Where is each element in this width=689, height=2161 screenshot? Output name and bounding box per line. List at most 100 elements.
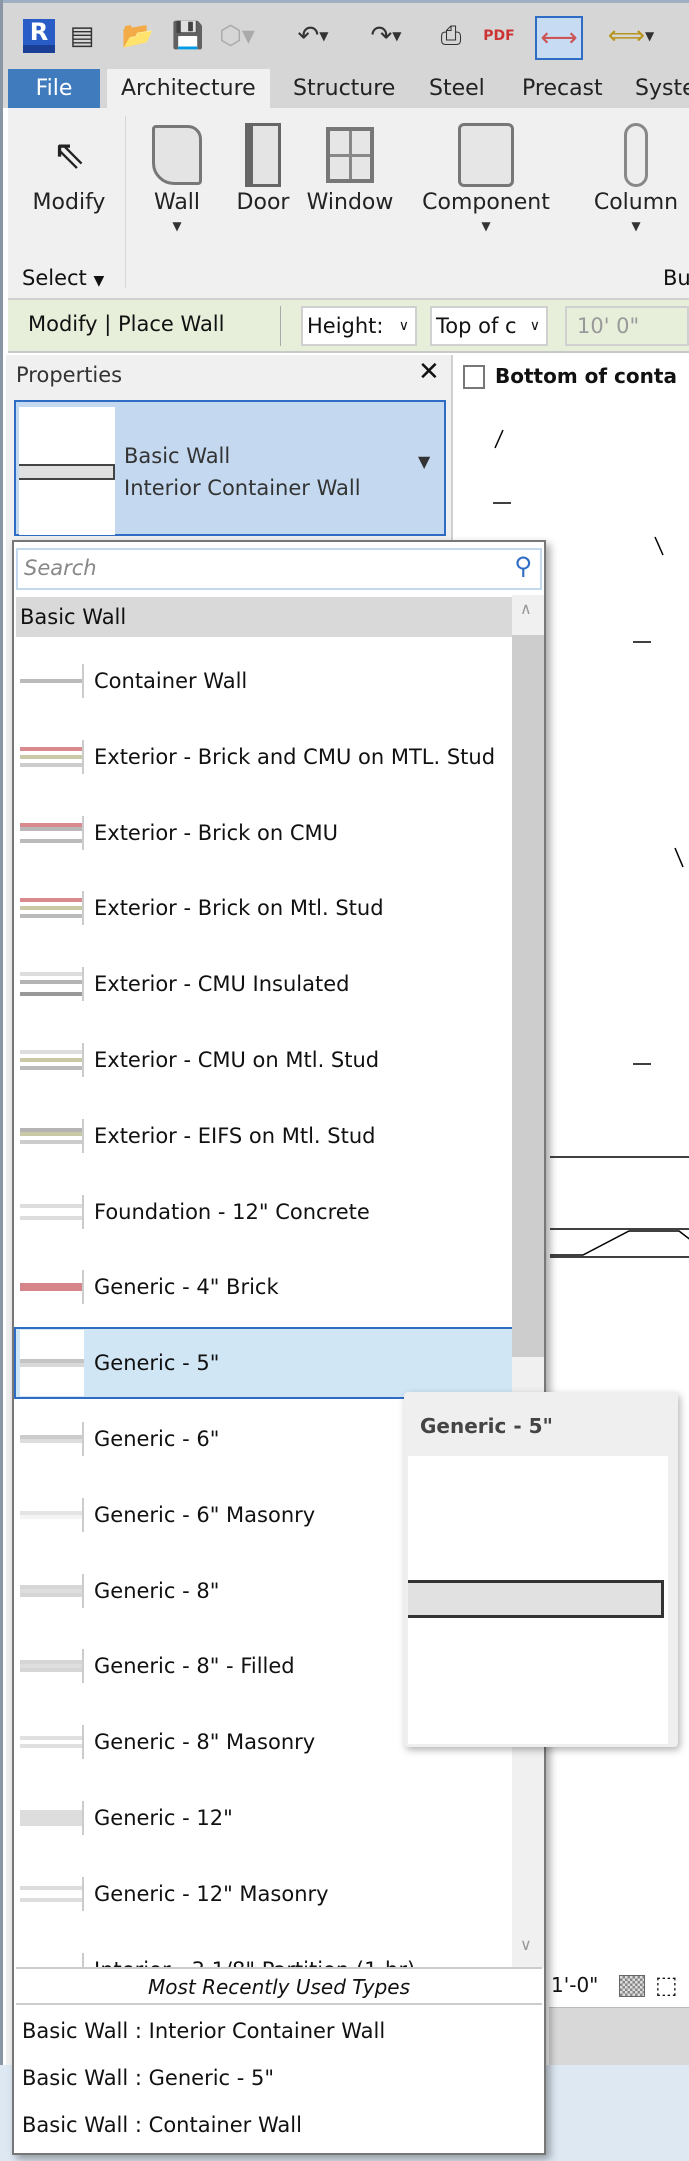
tab-systems[interactable]: Syste — [621, 69, 689, 108]
wall-swatch-icon — [20, 815, 84, 850]
export-pdf-icon[interactable]: PDF — [481, 19, 517, 53]
list-item[interactable]: Exterior - Brick on CMU — [16, 797, 512, 869]
wall-swatch-icon — [20, 1118, 84, 1153]
pin-dimension-icon[interactable]: ⟷ — [535, 16, 583, 60]
component-icon — [418, 120, 554, 190]
search-placeholder: Search — [24, 556, 97, 580]
detail-level-icon[interactable] — [619, 1975, 645, 1997]
wall-button[interactable]: Wall ▼ — [145, 120, 209, 233]
list-item-label: Generic - 8" - Filled — [94, 1654, 295, 1679]
tab-steel[interactable]: Steel — [415, 69, 499, 108]
list-item-label: Generic - 4" Brick — [94, 1275, 279, 1300]
list-item-label: Generic - 6" — [94, 1427, 220, 1451]
visual-style-icon[interactable]: ⬚ — [655, 1971, 678, 1999]
select-panel-menu[interactable]: Select ▼ — [22, 266, 104, 290]
list-item[interactable]: Generic - 12" — [16, 1782, 512, 1854]
revit-logo-icon[interactable]: R — [23, 18, 55, 53]
view-control-bar: 1'-0" ⬚ — [549, 1965, 689, 2007]
wall-section-preview — [408, 1580, 664, 1618]
group-header: Basic Wall — [16, 597, 512, 637]
scroll-down-icon[interactable]: ∨ — [520, 1935, 532, 1954]
height-mode-select[interactable]: Height: ∨ — [301, 306, 417, 346]
list-item[interactable]: Container Wall — [16, 645, 512, 717]
select-label: Select — [22, 266, 87, 290]
view-scale[interactable]: 1'-0" — [551, 1973, 598, 1997]
ribbon-panel: ⇖ Modify Wall ▼ Door Window Component ▼ Col… — [8, 108, 689, 300]
type-dropdown: Search ⚲ Basic Wall Container Wall Exteri… — [12, 540, 546, 2155]
door-button[interactable]: Door — [232, 120, 294, 215]
chevron-down-icon: ∨ — [398, 318, 409, 334]
type-family: Basic Wall — [124, 444, 231, 468]
project-browser-icon[interactable]: ▤ — [65, 19, 99, 53]
mru-item[interactable]: Basic Wall : Interior Container Wall — [22, 2019, 385, 2043]
window-button[interactable]: Window — [304, 120, 396, 215]
mru-item[interactable]: Basic Wall : Container Wall — [22, 2113, 302, 2137]
open-icon[interactable]: 📂 — [121, 19, 155, 53]
chevron-down-icon: ∨ — [529, 308, 540, 344]
list-item-label: Foundation - 12" Concrete — [94, 1199, 370, 1224]
list-item[interactable]: Generic - 5" — [14, 1327, 516, 1400]
sync-icon[interactable]: ⬡▾ — [217, 19, 257, 53]
wall-swatch-icon — [20, 1725, 84, 1760]
list-item[interactable]: Exterior - CMU on Mtl. Stud — [16, 1024, 512, 1096]
chevron-down-icon: ▼ — [93, 273, 105, 289]
status-bar — [549, 2007, 689, 2065]
list-item[interactable]: Exterior - CMU Insulated — [16, 948, 512, 1020]
top-constraint-select[interactable]: Top of c ∨ — [430, 306, 548, 346]
list-item[interactable]: Generic - 12" Masonry — [16, 1858, 512, 1930]
context-label: Modify | Place Wall — [28, 312, 225, 336]
mru-item[interactable]: Basic Wall : Generic - 5" — [22, 2066, 274, 2090]
list-item-label: Generic - 8" — [94, 1578, 220, 1603]
cursor-icon: ⇖ — [52, 132, 86, 178]
redo-icon[interactable]: ↷ ▼ — [361, 19, 411, 53]
tab-architecture[interactable]: Architecture — [107, 69, 270, 108]
chevron-down-icon: ▼ — [418, 452, 431, 471]
ribbon-tabs: File Architecture Structure Steel Precas… — [3, 63, 689, 108]
scroll-up-icon[interactable]: ∧ — [520, 599, 532, 618]
wall-swatch-icon — [20, 1194, 84, 1229]
tab-structure[interactable]: Structure — [279, 69, 409, 108]
close-icon[interactable]: ✕ — [418, 357, 440, 387]
wall-swatch-icon — [20, 1649, 84, 1684]
list-item[interactable]: Generic - 4" Brick — [16, 1251, 512, 1323]
list-item-label: Container Wall — [94, 669, 248, 693]
divider — [280, 306, 281, 346]
properties-title: Properties — [16, 363, 123, 387]
column-button[interactable]: Column ▼ — [588, 120, 684, 233]
list-item-label: Exterior - CMU Insulated — [94, 972, 350, 997]
list-item-label: Exterior - CMU on Mtl. Stud — [94, 1048, 380, 1072]
height-value-input[interactable]: 10' 0" — [565, 306, 689, 346]
save-icon[interactable]: 💾 — [171, 19, 205, 53]
modify-button[interactable]: ⇖ Modify — [28, 120, 110, 215]
type-selector[interactable]: Basic Wall Interior Container Wall ▼ — [14, 400, 446, 536]
wall-swatch-icon — [20, 967, 84, 1002]
search-input[interactable]: Search ⚲ — [16, 548, 542, 590]
search-icon[interactable]: ⚲ — [514, 552, 532, 580]
wall-swatch-icon — [20, 891, 84, 926]
list-item[interactable]: Exterior - Brick on Mtl. Stud — [16, 872, 512, 944]
mru-section: Most Recently Used Types Basic Wall : In… — [16, 1967, 542, 2153]
window-icon — [304, 120, 396, 190]
list-item-label: Exterior - Brick on CMU — [94, 820, 338, 845]
list-item[interactable]: Interior - 3 1/8" Partition (1-hr) — [16, 1934, 512, 1968]
scrollbar-thumb[interactable] — [512, 635, 544, 1357]
list-item[interactable]: Foundation - 12" Concrete — [16, 1176, 512, 1248]
list-item[interactable]: Exterior - EIFS on Mtl. Stud — [16, 1100, 512, 1172]
list-item-label: Generic - 12" — [94, 1806, 233, 1830]
list-item-label: Generic - 12" Masonry — [94, 1881, 329, 1906]
measure-icon[interactable]: ⟺ ▼ — [601, 19, 661, 53]
tab-file[interactable]: File — [8, 69, 100, 108]
options-bar: Modify | Place Wall Height: ∨ Top of c ∨ 1… — [8, 300, 689, 353]
column-icon — [588, 120, 684, 190]
undo-icon[interactable]: ↶ ▼ — [288, 19, 338, 53]
component-button[interactable]: Component ▼ — [418, 120, 554, 233]
tab-precast[interactable]: Precast — [508, 69, 617, 108]
print-icon[interactable]: ⎙ — [433, 19, 469, 53]
panel-divider — [125, 116, 126, 288]
list-item-label: Generic - 6" Masonry — [94, 1502, 316, 1527]
list-item[interactable]: Exterior - Brick and CMU on MTL. Stud — [16, 721, 512, 793]
type-list[interactable]: Basic Wall Container Wall Exterior - Bric… — [14, 595, 544, 1968]
scrollbar[interactable]: ∧ ∨ — [512, 595, 544, 1968]
build-panel-label: Bu — [663, 266, 689, 290]
type-preview — [19, 407, 115, 535]
